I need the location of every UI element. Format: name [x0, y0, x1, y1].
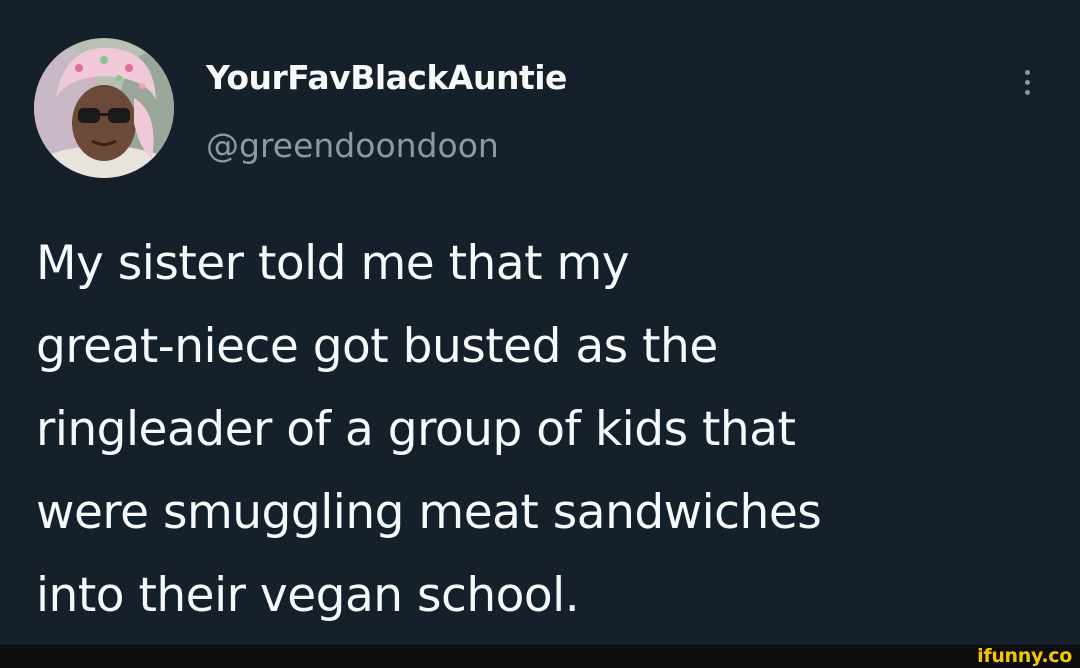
more-dot [1024, 69, 1030, 75]
ifunny-watermark: ifunny.co [977, 645, 1072, 667]
more-dot [1024, 89, 1030, 95]
more-dot [1024, 79, 1030, 85]
avatar-image [34, 38, 174, 178]
author-handle[interactable]: @greendoondoon [206, 126, 499, 165]
tweet-text-line: My sister told me that my [36, 236, 630, 291]
watermark-bar: ifunny.co [0, 645, 1080, 668]
tweet-text-line: ringleader of a group of kids that [36, 402, 796, 457]
tweet-text-line: were smuggling meat sandwiches [36, 485, 822, 540]
author-display-name[interactable]: YourFavBlackAuntie [206, 58, 567, 97]
more-options-icon[interactable] [1012, 62, 1042, 102]
tweet-text-line: great-niece got busted as the [36, 319, 718, 374]
profile-avatar[interactable] [34, 38, 174, 178]
tweet-text-line: into their vegan school. [36, 568, 580, 623]
tweet-text: My sister told me that my great-niece go… [36, 222, 1056, 637]
tweet-card: YourFavBlackAuntie @greendoondoon My sis… [0, 0, 1080, 645]
